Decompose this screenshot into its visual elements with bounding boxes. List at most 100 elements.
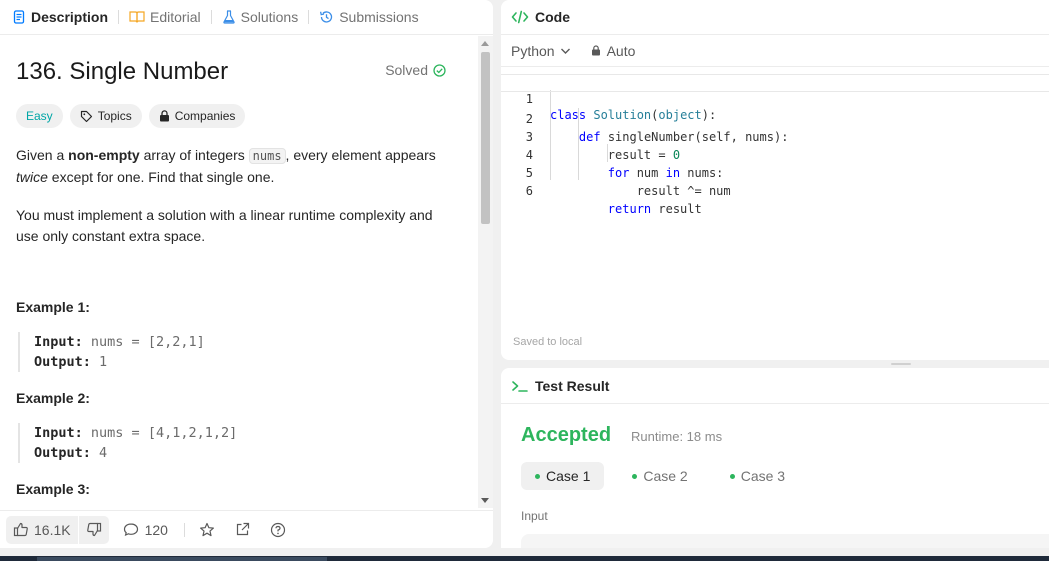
text-span: , every element appears [285, 147, 436, 163]
code-line[interactable]: 6 return result [501, 164, 1049, 216]
like-button[interactable]: 16.1K [6, 516, 78, 544]
topics-tag[interactable]: Topics [69, 104, 142, 128]
code-line[interactable]: 1 class Solution(object): [501, 74, 1049, 122]
thumbs-up-icon [13, 522, 29, 537]
example-2-block: Input: nums = [4,1,2,1,2] Output: 4 [18, 423, 462, 463]
runtime-value: Runtime: 18 ms [631, 429, 723, 444]
line-number: 6 [525, 184, 533, 198]
problem-action-bar: 16.1K 120 [0, 510, 493, 548]
tab-solutions[interactable]: Solutions [220, 9, 301, 25]
comment-icon [123, 522, 139, 537]
favorite-button[interactable] [199, 522, 215, 538]
scroll-up-arrow[interactable] [481, 41, 489, 46]
companies-tag[interactable]: Companies [148, 104, 246, 128]
code-line[interactable]: 3 result = 0 [501, 110, 1049, 162]
problem-title[interactable]: 136. Single Number [16, 58, 228, 86]
problem-description: 136. Single Number Solved Easy Topics Co… [0, 36, 478, 508]
tab-submissions[interactable]: Submissions [317, 9, 420, 25]
terminal-icon [511, 379, 529, 393]
input-label: Input: [34, 425, 83, 441]
example-1-input: Input: nums = [2,2,1] [34, 332, 462, 352]
saved-status: Saved to local [513, 336, 583, 348]
example-1-title: Example 1: [16, 299, 90, 315]
example-3-title: Example 3: [16, 481, 90, 497]
difficulty-label: Easy [26, 109, 53, 123]
check-circle-icon [433, 63, 446, 77]
comment-count: 120 [144, 521, 168, 538]
help-button[interactable] [270, 522, 286, 538]
case-label: Case 2 [643, 468, 688, 484]
output-value: 4 [99, 445, 108, 461]
text-span: Given a [16, 147, 69, 163]
flask-icon [222, 10, 236, 24]
chevron-down-icon [560, 47, 571, 55]
tab-separator [308, 10, 310, 24]
tag-icon [80, 110, 93, 123]
bold-text: non-empty [68, 147, 140, 163]
output-label: Output: [34, 445, 91, 461]
language-selector[interactable]: Python [511, 43, 571, 59]
example-2-output: Output: 4 [34, 443, 462, 463]
lock-icon [591, 45, 601, 56]
tab-description[interactable]: Description [10, 9, 110, 25]
solved-status: Solved [385, 62, 446, 78]
scroll-down-arrow[interactable] [481, 498, 489, 503]
code-icon [511, 10, 529, 24]
case-label: Case 3 [740, 468, 786, 484]
description-scrollbar[interactable] [478, 36, 493, 508]
editorial-icon [129, 10, 145, 24]
code-line[interactable]: 5 result ^= num [501, 146, 1049, 198]
tab-case-3[interactable]: Case 3 [716, 462, 799, 490]
external-link-icon [235, 522, 250, 537]
pass-dot [535, 473, 540, 479]
test-result-header: Test Result [501, 368, 1049, 404]
tab-case-1[interactable]: Case 1 [521, 462, 605, 490]
tab-solutions-label: Solutions [240, 9, 299, 25]
difficulty-badge: Easy [16, 104, 63, 128]
example-1-output: Output: 1 [34, 352, 462, 372]
code-header: Code [501, 0, 1049, 35]
code-line[interactable]: 2 def singleNumber(self, nums): [501, 92, 1049, 144]
tab-case-2[interactable]: Case 2 [618, 462, 701, 490]
result-status-row: Accepted Runtime: 18 ms [521, 424, 1049, 447]
title-row: 136. Single Number Solved [16, 58, 462, 86]
accepted-status: Accepted [521, 424, 612, 446]
auto-mode[interactable]: Auto [591, 43, 635, 59]
code-line[interactable]: 4 for num in nums: [501, 128, 1049, 180]
dislike-button[interactable] [79, 516, 109, 544]
scrollbar-thumb[interactable] [481, 52, 490, 224]
code-panel: Code Python Auto 1 class Solution(object… [501, 0, 1049, 360]
taskbar-strip [0, 556, 1049, 561]
example-1-block: Input: nums = [2,2,1] Output: 1 [18, 332, 462, 372]
test-result-panel: Test Result Accepted Runtime: 18 ms Case… [501, 368, 1049, 548]
panel-resize-handle[interactable] [501, 360, 1049, 368]
inline-code: nums [248, 148, 286, 164]
star-icon [199, 522, 215, 538]
left-tab-bar: Description Editorial Solutions Submissi… [0, 0, 493, 35]
like-count: 16.1K [34, 521, 71, 538]
help-circle-icon [270, 522, 286, 538]
input-value-box [521, 534, 1049, 548]
description-paragraph-1: Given a non-empty array of integers nums… [16, 145, 456, 188]
code-text: result ^= num [550, 184, 731, 198]
input-label: Input: [34, 334, 83, 350]
input-value: nums = [2,2,1] [90, 334, 205, 350]
share-button[interactable] [235, 522, 250, 537]
code-editor[interactable]: 1 class Solution(object): 2 def singleNu… [501, 67, 1049, 325]
language-label: Python [511, 42, 555, 59]
case-tabs: Case 1 Case 2 Case 3 [521, 462, 1049, 490]
vote-box: 16.1K [6, 515, 109, 544]
case-label: Case 1 [546, 468, 591, 484]
tab-editorial[interactable]: Editorial [127, 9, 203, 25]
output-value: 1 [99, 354, 108, 370]
input-label: Input [521, 509, 548, 523]
text-span: array of integers [139, 147, 249, 163]
history-icon [319, 10, 334, 24]
companies-label: Companies [174, 109, 236, 123]
comments-button[interactable]: 120 [123, 522, 168, 538]
example-2-title: Example 2: [16, 390, 90, 406]
description-paragraph-2: You must implement a solution with a lin… [16, 207, 433, 244]
tab-separator [118, 10, 120, 24]
pass-dot [632, 473, 638, 479]
resize-grip [891, 363, 911, 365]
